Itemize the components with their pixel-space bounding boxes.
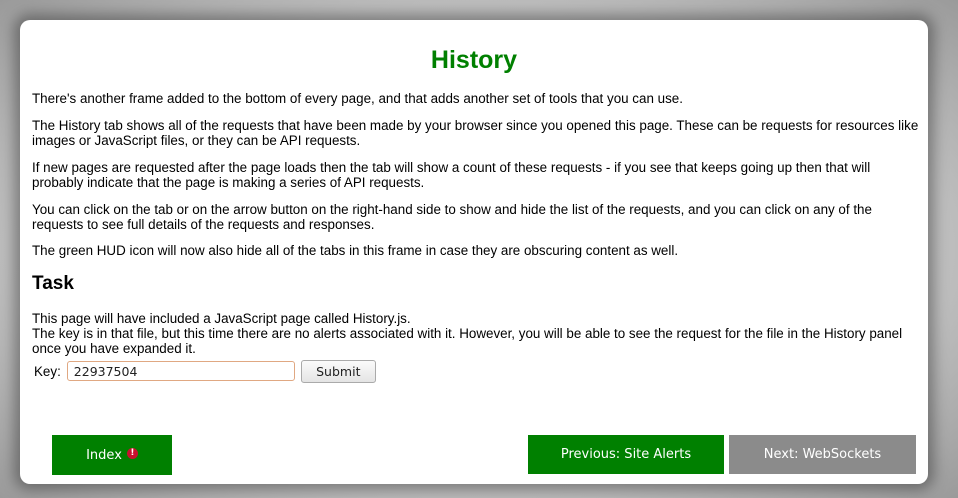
key-label: Key: xyxy=(34,363,61,379)
task-line-2: The key is in that file, but this time t… xyxy=(32,326,903,356)
index-button[interactable]: Index ! xyxy=(52,435,172,475)
intro-paragraph: There's another frame added to the botto… xyxy=(32,91,683,106)
request-count-paragraph: If new pages are requested after the pag… xyxy=(32,160,871,190)
key-input[interactable] xyxy=(66,361,295,381)
task-line-1: This page will have included a JavaScrip… xyxy=(32,311,411,326)
history-tab-paragraph: The History tab shows all of the request… xyxy=(32,118,919,148)
submit-button[interactable]: Submit xyxy=(300,359,376,383)
previous-button[interactable]: Previous: Site Alerts xyxy=(528,435,724,474)
next-button-label: Next: WebSockets xyxy=(763,447,882,462)
task-heading: Task xyxy=(32,273,74,294)
previous-button-label: Previous: Site Alerts xyxy=(560,447,692,462)
page-title: History xyxy=(430,46,518,74)
alert-icon: ! xyxy=(126,447,138,459)
index-button-label: Index xyxy=(86,447,122,463)
toggle-list-paragraph: You can click on the tab or on the arrow… xyxy=(32,202,872,232)
content-card: History There's another frame added to t… xyxy=(20,20,928,484)
next-button[interactable]: Next: WebSockets xyxy=(729,435,916,474)
task-description: This page will have included a JavaScrip… xyxy=(32,311,922,356)
key-form: Key: Submit xyxy=(34,359,376,383)
hud-icon-paragraph: The green HUD icon will now also hide al… xyxy=(32,243,679,258)
